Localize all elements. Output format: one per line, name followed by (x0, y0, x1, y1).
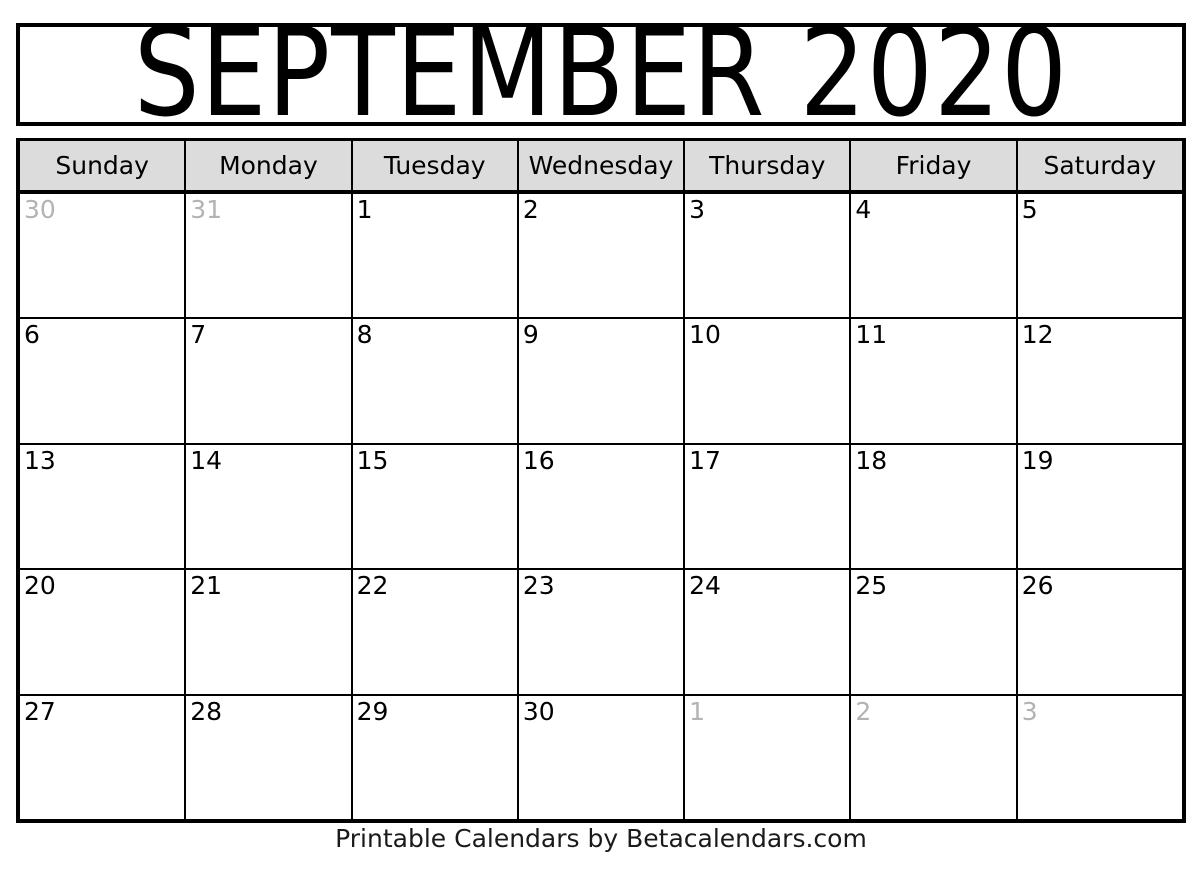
calendar-title-box: SEPTEMBER 2020 (16, 23, 1186, 126)
day-cell[interactable]: 5 (1017, 194, 1182, 318)
day-cell[interactable]: 9 (518, 319, 686, 443)
day-number: 31 (190, 195, 223, 224)
day-cell[interactable]: 24 (685, 570, 852, 694)
day-cell[interactable]: 23 (518, 570, 686, 694)
day-number: 28 (190, 696, 223, 726)
day-number: 26 (1021, 571, 1054, 601)
week-row: 6 7 8 9 10 11 12 (20, 319, 1182, 445)
day-number: 1 (356, 195, 373, 224)
weekday-header-monday: Monday (186, 141, 353, 190)
weekday-header-thursday: Thursday (685, 141, 852, 190)
day-cell[interactable]: 17 (685, 444, 852, 569)
day-number: 22 (356, 571, 389, 601)
weekday-header-wednesday: Wednesday (518, 141, 686, 190)
day-cell[interactable]: 16 (518, 444, 686, 569)
day-number: 27 (24, 696, 56, 726)
day-cell[interactable]: 27 (20, 695, 187, 820)
day-number: 15 (356, 445, 389, 475)
calendar-page: SEPTEMBER 2020 Sunday Monday Tuesday Wed… (0, 0, 1202, 869)
day-number: 19 (1021, 445, 1054, 475)
day-cell[interactable]: 30 (20, 194, 187, 318)
day-number: 2 (855, 696, 872, 726)
day-number: 3 (1021, 696, 1038, 726)
day-number: 9 (522, 320, 539, 350)
footer-credit: Printable Calendars by Betacalendars.com (335, 824, 867, 853)
day-number: 18 (855, 445, 888, 475)
day-number: 30 (24, 195, 56, 224)
day-number: 14 (190, 445, 223, 475)
week-row: 13 14 15 16 17 18 19 (20, 444, 1182, 571)
day-number: 8 (356, 320, 373, 350)
day-number: 3 (689, 195, 706, 224)
week-row: 20 21 22 23 24 25 26 (20, 570, 1182, 696)
calendar-grid: Sunday Monday Tuesday Wednesday Thursday… (16, 138, 1186, 823)
weekday-header-row: Sunday Monday Tuesday Wednesday Thursday… (20, 141, 1182, 194)
day-cell[interactable]: 8 (352, 319, 519, 443)
day-cell[interactable]: 12 (1017, 319, 1182, 443)
day-number: 12 (1021, 320, 1054, 350)
day-cell[interactable]: 7 (186, 319, 353, 443)
day-cell[interactable]: 14 (186, 444, 353, 569)
day-number: 10 (689, 320, 721, 350)
day-cell[interactable]: 3 (685, 194, 852, 318)
day-number: 29 (356, 696, 389, 726)
day-number: 7 (190, 320, 207, 350)
day-cell[interactable]: 13 (20, 444, 187, 569)
day-number: 20 (24, 571, 56, 601)
day-number: 16 (522, 445, 555, 475)
day-cell[interactable]: 31 (186, 194, 353, 318)
day-cell[interactable]: 18 (851, 444, 1018, 569)
day-number: 24 (689, 571, 721, 601)
day-cell[interactable]: 20 (20, 570, 187, 694)
day-cell[interactable]: 25 (851, 570, 1018, 694)
day-cell[interactable]: 10 (685, 319, 852, 443)
day-cell[interactable]: 2 (851, 695, 1018, 820)
day-cell[interactable]: 26 (1017, 570, 1182, 694)
day-cell[interactable]: 3 (1017, 695, 1182, 820)
day-number: 21 (190, 571, 223, 601)
day-number: 5 (1021, 195, 1038, 224)
weekday-header-friday: Friday (851, 141, 1018, 190)
day-cell[interactable]: 1 (685, 695, 852, 820)
day-number: 17 (689, 445, 721, 475)
weekday-header-tuesday: Tuesday (352, 141, 519, 190)
day-cell[interactable]: 15 (352, 444, 519, 569)
day-number: 11 (855, 320, 888, 350)
day-number: 23 (522, 571, 555, 601)
day-cell[interactable]: 2 (518, 194, 686, 318)
weekday-header-sunday: Sunday (20, 141, 187, 190)
day-number: 6 (24, 320, 40, 350)
day-number: 4 (855, 195, 872, 224)
day-cell[interactable]: 1 (352, 194, 519, 318)
day-cell[interactable]: 19 (1017, 444, 1182, 569)
day-cell[interactable]: 4 (851, 194, 1018, 318)
day-cell[interactable]: 28 (186, 695, 353, 820)
day-number: 2 (522, 195, 539, 224)
day-number: 1 (689, 696, 706, 726)
page-title: SEPTEMBER 2020 (133, 23, 1069, 126)
day-cell[interactable]: 6 (20, 319, 187, 443)
week-row: 27 28 29 30 1 2 3 (20, 695, 1182, 820)
week-row: 30 31 1 2 3 4 5 (20, 194, 1182, 320)
day-cell[interactable]: 22 (352, 570, 519, 694)
day-number: 13 (24, 445, 56, 475)
day-cell[interactable]: 11 (851, 319, 1018, 443)
day-cell[interactable]: 21 (186, 570, 353, 694)
weekday-header-saturday: Saturday (1017, 141, 1182, 190)
day-cell[interactable]: 30 (518, 695, 686, 820)
day-cell[interactable]: 29 (352, 695, 519, 820)
day-number: 30 (522, 696, 555, 726)
day-number: 25 (855, 571, 888, 601)
